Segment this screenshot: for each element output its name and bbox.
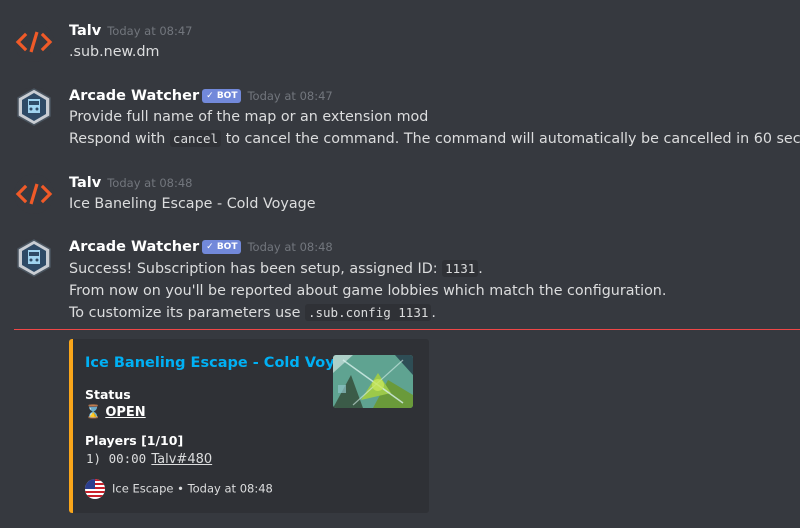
new-messages-divider [14, 329, 800, 330]
message-text: Ice Baneling Escape - Cold Voyage [69, 196, 316, 212]
author-name[interactable]: Arcade Watcher [69, 239, 199, 255]
status-value: OPEN [105, 405, 146, 420]
player-link[interactable]: Talv#480 [151, 452, 212, 467]
status-field-value: ⌛ OPEN [85, 405, 146, 420]
lobby-embed: Ice Baneling Escape - Cold Voyage Status… [69, 339, 429, 513]
footer-separator: • [177, 481, 184, 496]
timestamp: Today at 08:47 [247, 89, 333, 103]
arcade-watcher-icon [14, 238, 54, 278]
footer-region: Ice Escape [112, 481, 174, 496]
bot-avatar[interactable] [14, 238, 54, 278]
message-text: From now on you'll be reported about gam… [69, 283, 667, 299]
message-text: Provide full name of the map or an exten… [69, 109, 429, 125]
message-text: .sub.new.dm [69, 44, 160, 60]
footer-time: Today at 08:48 [187, 481, 273, 496]
timestamp: Today at 08:47 [107, 24, 193, 38]
bot-avatar[interactable] [14, 87, 54, 127]
author-name[interactable]: Talv [69, 23, 101, 39]
map-thumbnail[interactable] [333, 355, 413, 408]
code-brackets-icon [14, 174, 54, 214]
bot-tag: ✓ BOT [202, 89, 242, 103]
players-field-name: Players [1/10] [85, 433, 184, 448]
talv-avatar[interactable] [14, 22, 54, 62]
inline-code: .sub.config 1131 [304, 304, 432, 321]
timestamp: Today at 08:48 [107, 176, 193, 190]
bot-tag: ✓ BOT [202, 240, 242, 254]
inline-code: 1131 [442, 260, 479, 277]
players-field-value: 1) 00:00 Talv#480 [85, 451, 212, 467]
code-brackets-icon [14, 22, 54, 62]
embed-footer: Ice Escape • Today at 08:48 [85, 479, 273, 499]
player-slot: 1) 00:00 [85, 451, 148, 466]
timestamp: Today at 08:48 [247, 240, 333, 254]
hourglass-icon: ⌛ [85, 405, 102, 420]
author-name[interactable]: Talv [69, 175, 101, 191]
inline-code: cancel [169, 130, 222, 147]
message-text: To customize its parameters use .sub.con… [69, 304, 436, 321]
status-field-name: Status [85, 387, 131, 402]
message-text: Success! Subscription has been setup, as… [69, 260, 483, 277]
us-flag-icon [85, 479, 105, 499]
map-thumbnail-image [333, 355, 413, 408]
author-name[interactable]: Arcade Watcher [69, 88, 199, 104]
embed-title-link[interactable]: Ice Baneling Escape - Cold Voyage [85, 355, 365, 371]
talv-avatar[interactable] [14, 174, 54, 214]
message-text: Respond with cancel to cancel the comman… [69, 130, 800, 147]
arcade-watcher-icon [14, 87, 54, 127]
